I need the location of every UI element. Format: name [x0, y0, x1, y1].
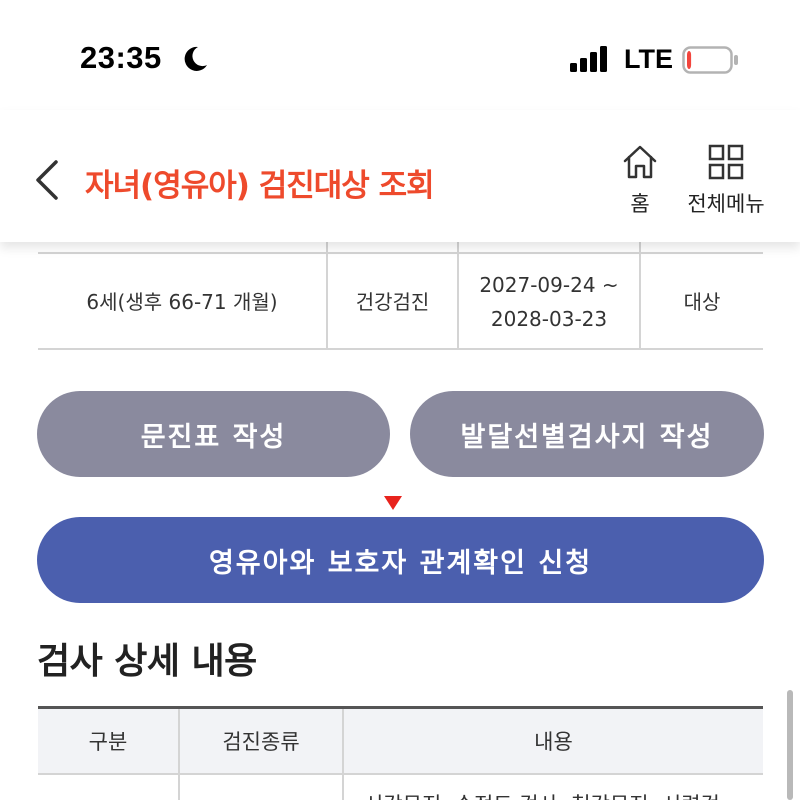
questionnaire-button[interactable]: 문진표 작성	[37, 391, 390, 477]
cellular-signal-icon	[570, 46, 607, 72]
table-cell-type: 건강검진	[355, 290, 430, 314]
page-title: 자녀(영유아) 검진대상 조회	[85, 168, 435, 204]
all-menu-label: 전체메뉴	[687, 192, 765, 216]
home-label: 홈	[630, 192, 650, 216]
column-header-checkup-type: 검진종류	[222, 730, 300, 754]
all-menu-button[interactable]: 전체메뉴	[680, 144, 772, 216]
column-header-content: 내용	[534, 730, 573, 754]
moon-icon	[184, 46, 207, 71]
developmental-screening-button[interactable]: 발달선별검사지 작성	[410, 391, 764, 477]
period-start: 2027-09-24 ~	[479, 273, 619, 297]
status-bar: 23:35 LTE	[0, 0, 800, 110]
home-button[interactable]: 홈	[612, 144, 668, 216]
content-text: 시각문진, 순정도 검사, 청각문진, 시력검	[364, 789, 720, 800]
checkup-target-table: 6세(생후 66-71 개월) 건강검진 2027-09-24 ~ 2028-0…	[38, 242, 763, 350]
app-header: 자녀(영유아) 검진대상 조회 홈 전체메뉴	[0, 110, 800, 242]
network-label: LTE	[624, 44, 673, 74]
section-title: 검사 상세 내용	[37, 641, 257, 682]
back-button[interactable]	[30, 156, 66, 204]
battery-low-icon	[682, 46, 738, 74]
detail-table: 구분 검진종류 내용 시각문진, 순정도 검사, 청각문진, 시력검	[38, 706, 763, 800]
status-time: 23:35	[80, 40, 162, 75]
relationship-verification-button[interactable]: 영유아와 보호자 관계확인 신청	[37, 517, 764, 603]
table-cell-content: 시각문진, 순정도 검사, 청각문진, 시력검	[342, 775, 763, 800]
table-cell-status: 대상	[683, 290, 721, 314]
table-cell-period: 2027-09-24 ~ 2028-03-23	[459, 254, 639, 350]
column-header-category: 구분	[88, 730, 128, 754]
down-triangle-icon	[384, 496, 402, 510]
screen: 23:35 LTE 자녀(영유아) 검진대상 조회 홈 전체메뉴 6세(생후 6…	[0, 0, 800, 800]
grid-menu-icon	[708, 144, 744, 180]
table-cell-age: 6세(생후 66-71 개월)	[86, 290, 278, 314]
period-end: 2028-03-23	[490, 307, 608, 331]
scrollbar[interactable]	[787, 690, 793, 800]
battery-fill	[687, 51, 692, 69]
table-divider	[178, 709, 180, 800]
home-icon	[623, 145, 657, 179]
